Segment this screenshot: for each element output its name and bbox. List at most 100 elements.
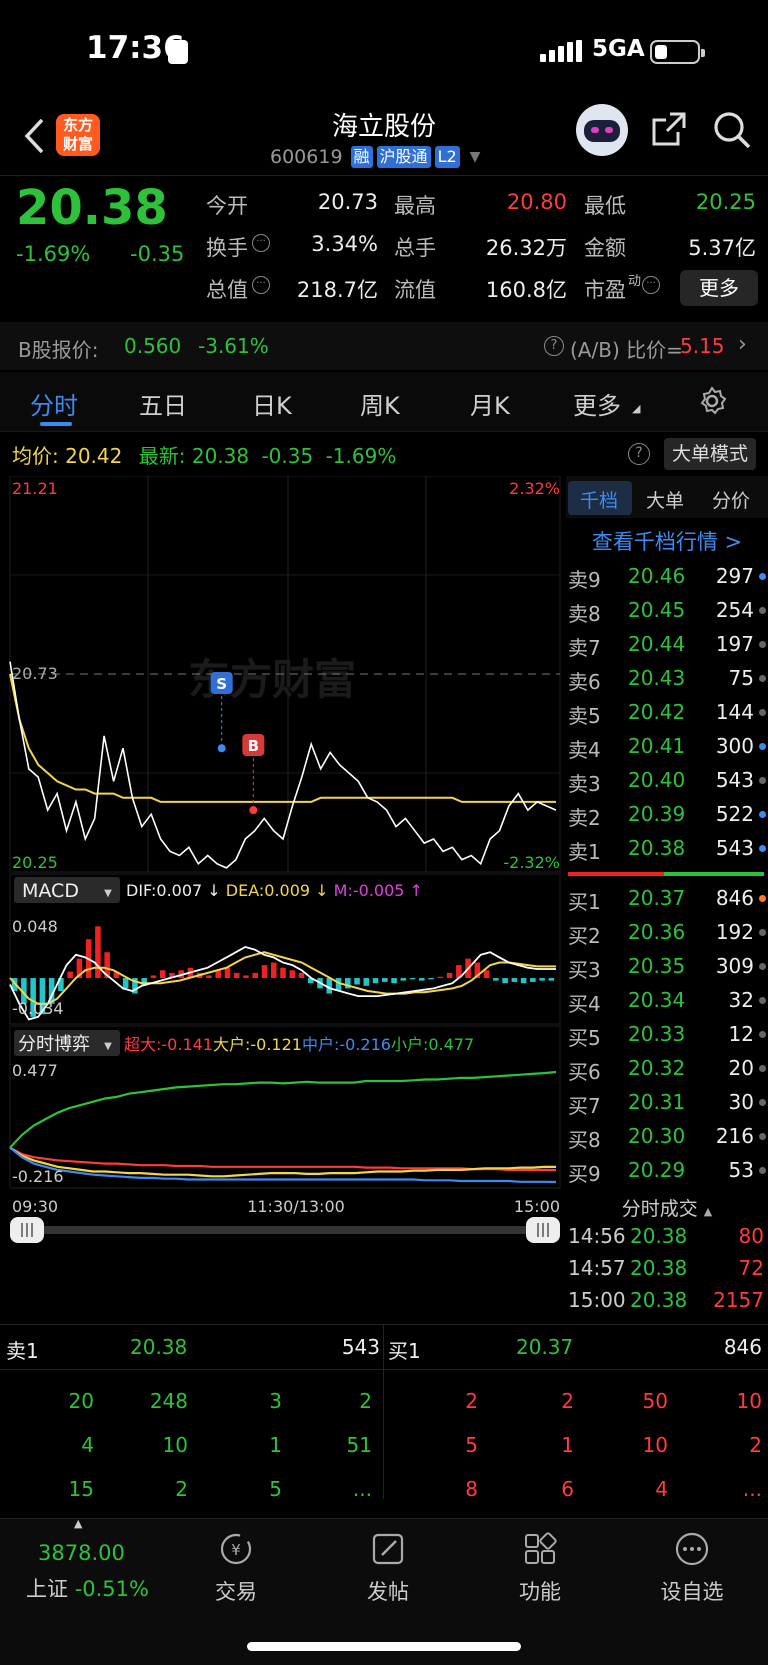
sell-level-row[interactable]: 卖3 20.40 543 (566, 764, 768, 798)
sell-level-volume: 297 (715, 564, 754, 588)
sell-level-label: 卖9 (568, 568, 601, 592)
buy-level-label: 买4 (568, 992, 601, 1016)
macd-legend: DIF:0.007 ↓ DEA:0.009 ↓ M:-0.005 ↑ (126, 881, 423, 900)
buy-level-row[interactable]: 买7 20.31 30 (566, 1086, 768, 1120)
sell-level-volume: 300 (715, 734, 754, 758)
buy-level-price: 20.37 (628, 886, 686, 910)
sell-level-label: 卖5 (568, 704, 601, 728)
panel-tab-depth[interactable]: 千档 (580, 486, 618, 513)
sell-level-row[interactable]: 卖5 20.42 144 (566, 696, 768, 730)
macd-bar (326, 978, 333, 994)
buy-level-label: 买1 (568, 890, 601, 914)
search-icon[interactable] (712, 110, 752, 150)
buy-level-row[interactable]: 买4 20.34 32 (566, 984, 768, 1018)
quote-field-value: 160.8亿 (485, 278, 567, 302)
sell-marker-label: S (216, 675, 227, 693)
nav-functions[interactable]: 功能 (500, 1531, 580, 1606)
queue-buy-label: 买1 (388, 1339, 421, 1363)
buy-level-row[interactable]: 买1 20.37 846 (566, 882, 768, 916)
buy-level-row[interactable]: 买2 20.36 192 (566, 916, 768, 950)
panel-tab-price-dist[interactable]: 分价 (712, 486, 750, 513)
stock-code-line[interactable]: 600619 融 沪股通 L2 ▼ (270, 146, 480, 168)
sell-level-row[interactable]: 卖2 20.39 522 (566, 798, 768, 832)
buy-book: 买1 20.37 846 买2 20.36 192 买3 20.35 309 买4 20.34 32 买… (566, 882, 768, 1188)
queue-buy-cell: 2 (561, 1389, 574, 1413)
sell-level-row[interactable]: 卖7 20.44 197 (566, 628, 768, 662)
sell-level-label: 卖4 (568, 738, 601, 762)
sell-level-label: 卖6 (568, 670, 601, 694)
buy-level-volume: 216 (715, 1124, 754, 1148)
last-label: 最新: (138, 444, 186, 468)
big-order-mode-button[interactable]: 大单模式 (664, 438, 756, 470)
macd-m-arrow-icon: ↑ (404, 881, 423, 900)
nav-post[interactable]: 发帖 (348, 1531, 428, 1606)
sell-level-row[interactable]: 卖9 20.46 297 (566, 560, 768, 594)
svg-text:¥: ¥ (231, 1541, 241, 1559)
sell-level-row[interactable]: 卖6 20.43 75 (566, 662, 768, 696)
macd-bar (437, 976, 444, 979)
trades-title-row[interactable]: 分时成交 ▲ (566, 1194, 768, 1220)
tab-intraday[interactable]: 分时 (30, 386, 78, 421)
macd-bar (493, 978, 499, 981)
sell-level-dot (759, 811, 766, 818)
buy-level-row[interactable]: 买5 20.33 12 (566, 1018, 768, 1052)
buy-level-label: 买3 (568, 958, 601, 982)
depth-link[interactable]: 查看千档行情 > (566, 526, 768, 556)
macd-bar (335, 978, 342, 991)
macd-bar (252, 972, 259, 979)
axis-high-pct: 2.32% (509, 479, 560, 498)
macd-dea-arrow-icon: ↓ (310, 881, 334, 900)
index-value[interactable]: 3878.00 (38, 1541, 125, 1565)
buy-level-row[interactable]: 买8 20.30 216 (566, 1120, 768, 1154)
tab-more[interactable]: 更多 (573, 386, 621, 421)
tab-five-day[interactable]: 五日 (139, 386, 187, 421)
buy-level-label: 买6 (568, 1060, 601, 1084)
more-button[interactable]: 更多 (680, 270, 758, 306)
queue-buy-cell: 2 (465, 1389, 478, 1413)
buy-marker-dot (249, 806, 258, 815)
stock-header: 东方财富 海立股份 600619 融 沪股通 L2 ▼ (0, 100, 768, 176)
buy-level-dot (759, 929, 766, 936)
buy-level-volume: 846 (715, 886, 754, 910)
queue-sell-vol: 543 (341, 1335, 380, 1359)
macd-bar (270, 962, 277, 979)
settings-gear-icon[interactable] (697, 386, 727, 416)
macd-bar (206, 975, 212, 979)
queue-sell-cell: 3 (269, 1389, 282, 1413)
period-tabs: 分时 五日 日K 周K 月K 更多 ◢ (0, 372, 768, 432)
sell-level-row[interactable]: 卖1 20.38 543 (566, 832, 768, 866)
ab-ratio-label: (A/B) 比价= (570, 338, 683, 362)
queue-sell-cell: 2 (175, 1477, 188, 1501)
buy-level-row[interactable]: 买6 20.32 20 (566, 1052, 768, 1086)
sell-level-dot (759, 607, 766, 614)
buy-level-label: 买8 (568, 1128, 601, 1152)
buy-level-row[interactable]: 买3 20.35 309 (566, 950, 768, 984)
macd-bar (67, 971, 73, 979)
robot-assistant-avatar[interactable] (576, 104, 628, 156)
panel-tab-big-order[interactable]: 大单 (646, 486, 684, 513)
chevron-right-icon[interactable]: › (738, 332, 747, 357)
tab-weekly-k[interactable]: 周K (360, 386, 400, 421)
macd-bar (363, 978, 370, 986)
nav-watchlist[interactable]: 设自选 (652, 1531, 732, 1606)
sell-level-label: 卖3 (568, 772, 601, 796)
buy-level-row[interactable]: 买9 20.29 53 (566, 1154, 768, 1188)
sell-level-row[interactable]: 卖4 20.41 300 (566, 730, 768, 764)
trade-price: 20.38 (630, 1288, 688, 1312)
buy-level-volume: 12 (728, 1022, 754, 1046)
share-icon[interactable] (650, 110, 688, 148)
buy-level-dot (759, 963, 766, 970)
queue-sell-cell: 20 (68, 1389, 94, 1413)
buy-level-price: 20.32 (628, 1056, 686, 1080)
tab-monthly-k[interactable]: 月K (470, 386, 510, 421)
tab-daily-k[interactable]: 日K (252, 386, 292, 421)
help-icon-2[interactable]: ? (628, 443, 650, 465)
sell-level-row[interactable]: 卖8 20.45 254 (566, 594, 768, 628)
macd-bar (391, 978, 397, 984)
nav-trade[interactable]: ¥ 交易 (196, 1531, 276, 1606)
macd-bar (298, 972, 305, 979)
help-icon[interactable]: ? (544, 336, 564, 356)
trades-title: 分时成交 (621, 1198, 698, 1220)
intraday-chart[interactable]: 东方财富SB21.21 2.32%20.7320.25 -2.32%MACD ▼ DIF… (0, 476, 566, 1318)
index-line[interactable]: 上证 -0.51% (26, 1573, 149, 1603)
